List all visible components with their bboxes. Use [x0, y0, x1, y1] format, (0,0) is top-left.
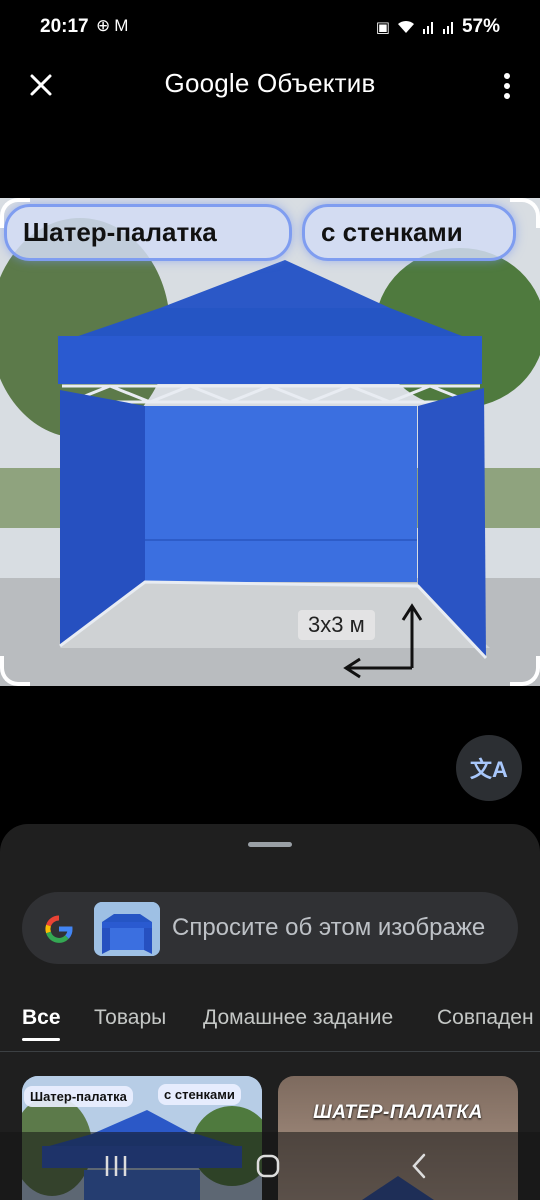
google-logo-icon — [45, 915, 73, 943]
search-bar[interactable]: Спросите об этом изображе — [22, 892, 518, 964]
gmail-icon: M — [114, 16, 133, 35]
status-bar: 20:17 ⊕M ▣ 57% — [0, 0, 540, 54]
image-caption-left: Шатер-палатка — [4, 204, 292, 261]
back-button[interactable] — [400, 1150, 440, 1182]
circle-plus-icon: ⊕ — [96, 16, 115, 35]
recents-button[interactable] — [96, 1150, 136, 1182]
more-vert-icon — [504, 73, 510, 99]
image-caption-right: с стенками — [302, 204, 516, 261]
tab-matches[interactable]: Совпаден — [437, 1006, 534, 1030]
app-title: Google Объектив — [164, 68, 376, 98]
tent-illustration — [0, 198, 540, 686]
system-nav-bar — [0, 1132, 540, 1200]
active-tab-indicator — [22, 1038, 60, 1041]
translate-icon: 文A — [470, 757, 508, 782]
tab-products[interactable]: Товары — [94, 1006, 166, 1030]
size-label: 3x3 м — [298, 610, 375, 640]
home-button[interactable] — [248, 1150, 288, 1182]
battery-percent: 57% — [461, 16, 500, 37]
signal-icon — [422, 22, 433, 34]
sheet-drag-handle[interactable] — [248, 842, 292, 847]
translate-button[interactable]: 文A — [456, 735, 522, 801]
crop-handle-top-left[interactable] — [0, 198, 30, 228]
wifi-icon — [397, 20, 414, 33]
tab-all[interactable]: Все — [22, 1006, 61, 1030]
tabs-divider — [0, 1051, 540, 1052]
more-options-button[interactable] — [500, 70, 514, 102]
result-caption-right: с стенками — [158, 1084, 241, 1105]
home-icon — [256, 1154, 280, 1178]
recents-icon — [105, 1156, 127, 1176]
status-time: 20:17 — [40, 16, 89, 37]
filter-tabs: Все Товары Домашнее задание Совпаден — [0, 998, 540, 1050]
tent-photo: Шатер-палатка с стенками 3x3 м — [0, 198, 540, 686]
image-viewer[interactable]: Шатер-палатка с стенками 3x3 м — [0, 198, 540, 686]
signal-icon — [442, 22, 453, 34]
thumbnail-tent — [94, 902, 160, 956]
result-caption-left: Шатер-палатка — [24, 1086, 133, 1107]
back-icon — [412, 1153, 426, 1179]
tab-homework[interactable]: Домашнее задание — [203, 1006, 393, 1030]
search-image-thumbnail[interactable] — [94, 902, 160, 956]
search-input[interactable]: Спросите об этом изображе — [172, 914, 485, 942]
battery-saver-icon: ▣ — [375, 19, 390, 36]
